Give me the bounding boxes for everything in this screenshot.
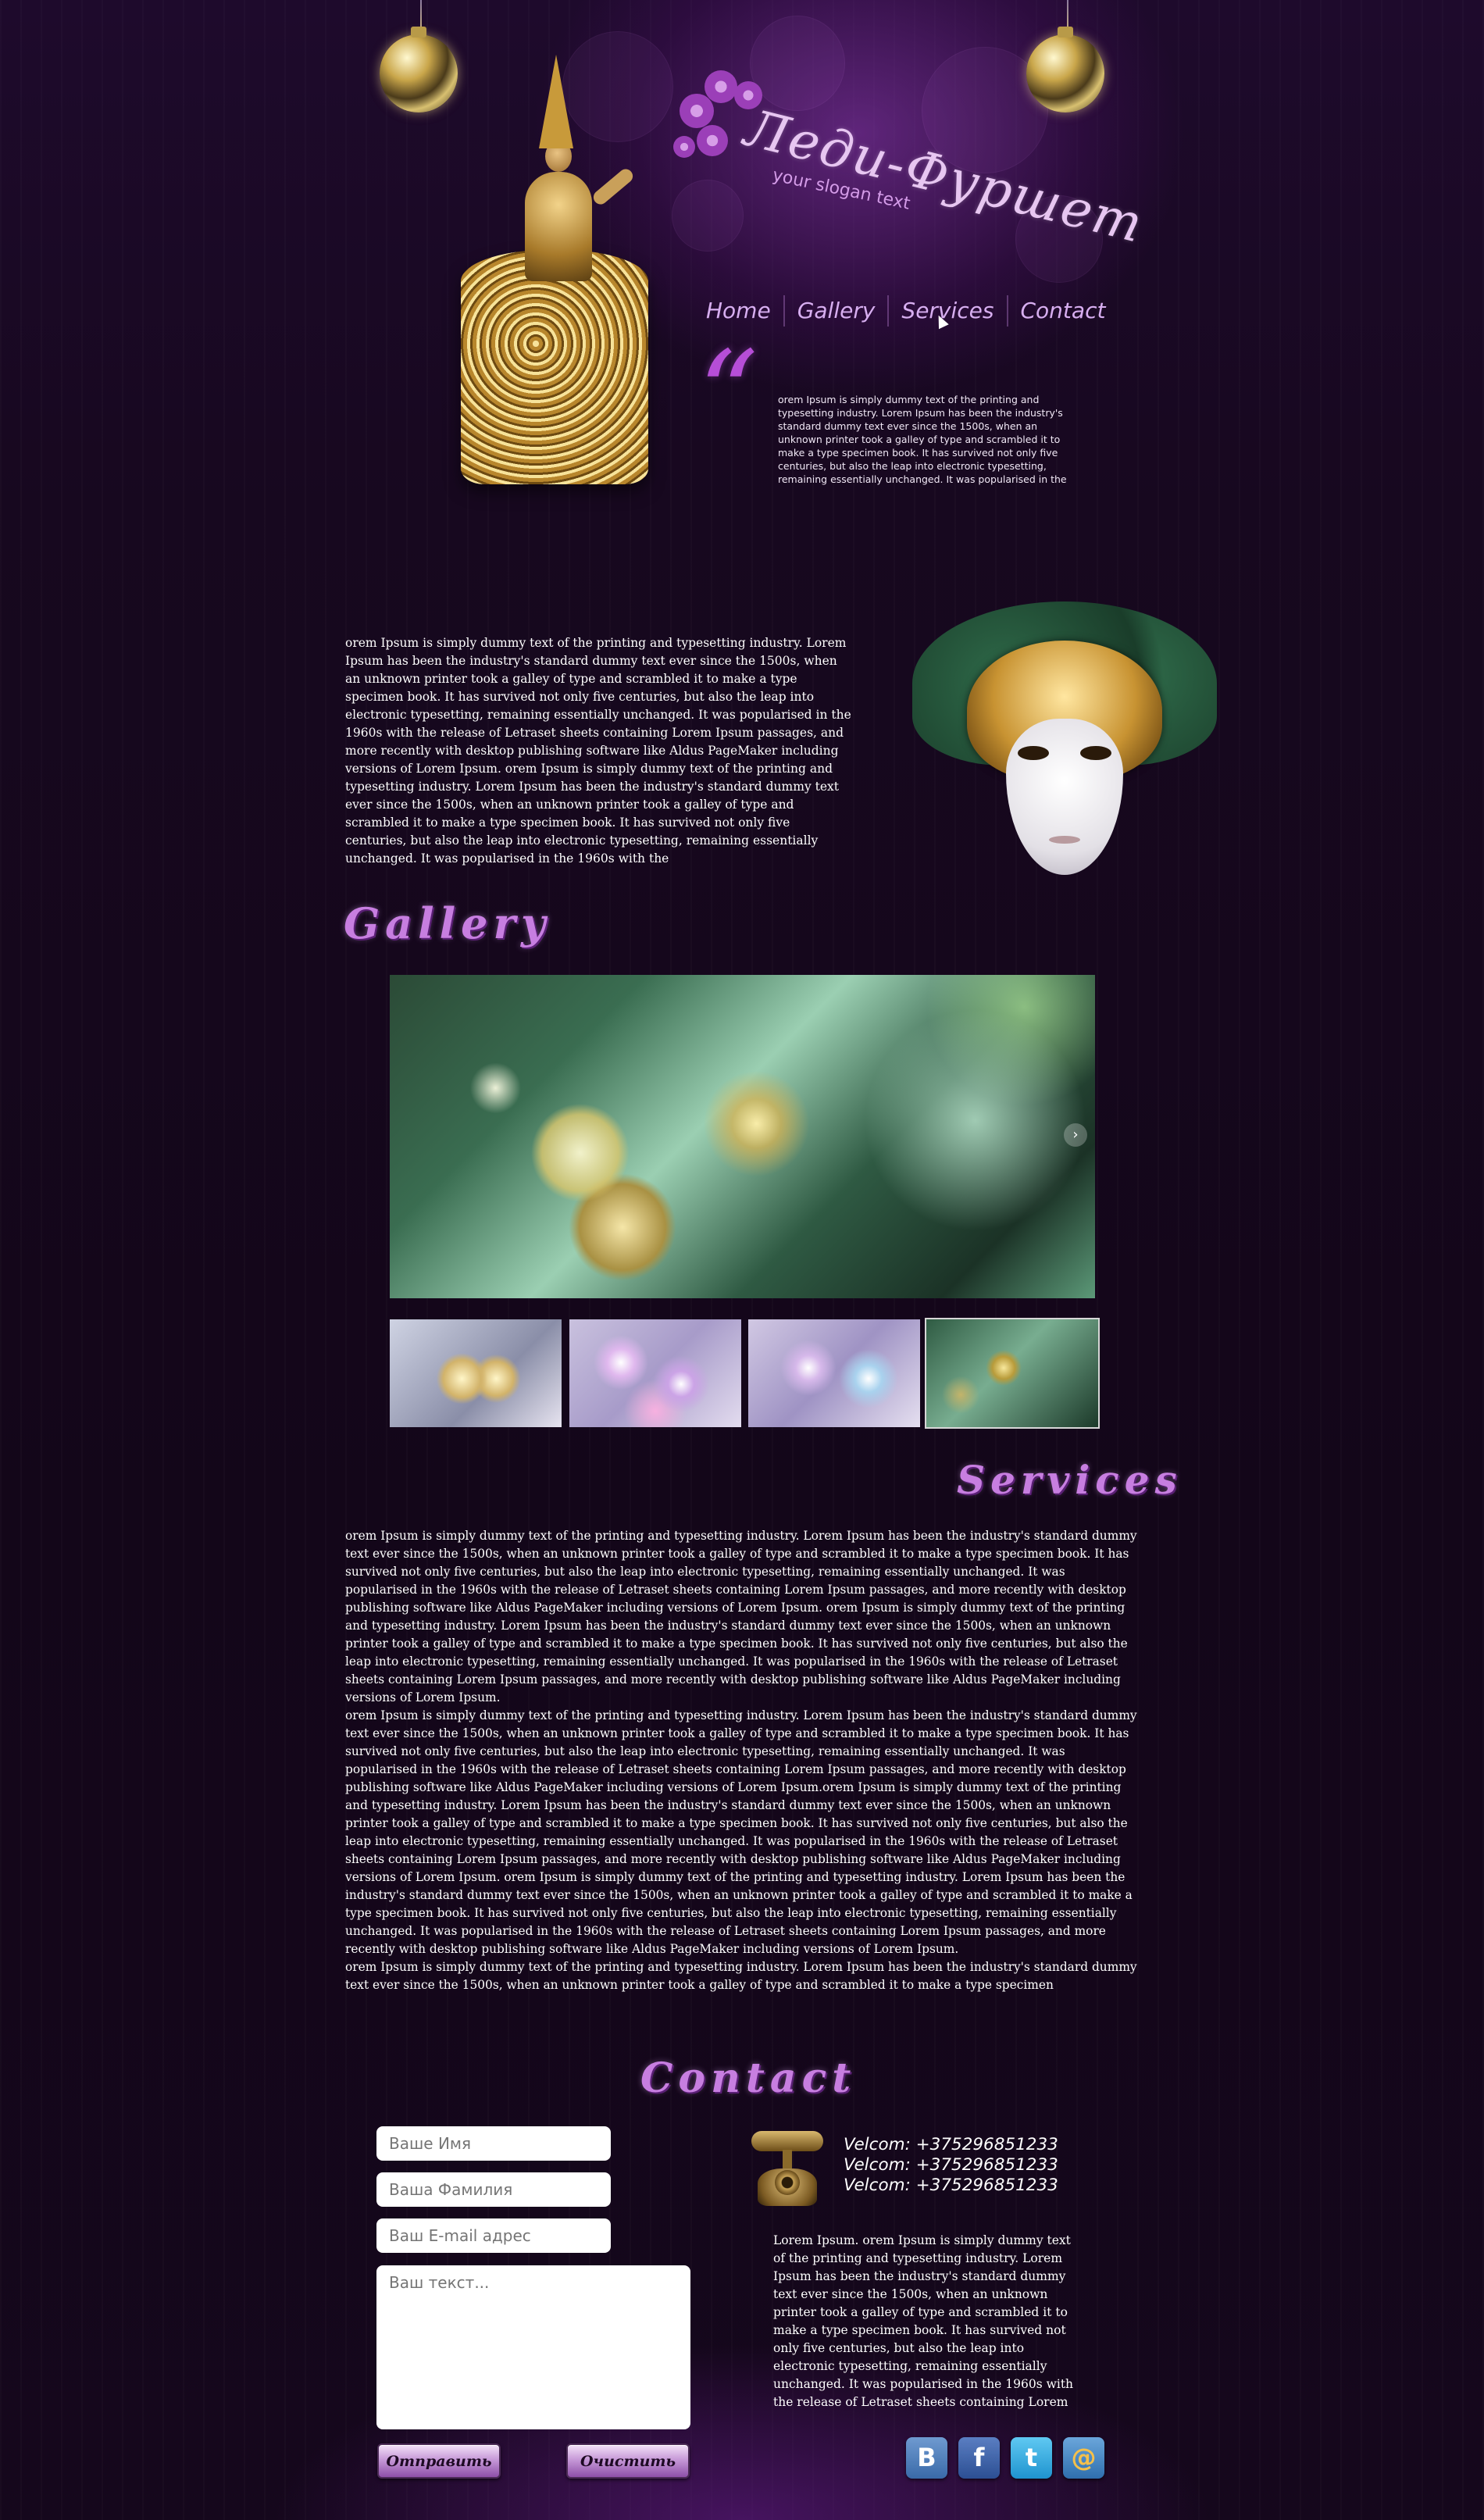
mask-eye	[1080, 746, 1111, 760]
contact-heading: Contact	[640, 2054, 857, 2102]
facebook-icon[interactable]: f	[958, 2437, 1000, 2479]
hero-lady-figure	[453, 55, 656, 492]
email-input[interactable]	[376, 2218, 611, 2253]
services-paragraph: orem Ipsum is simply dummy text of the p…	[345, 1960, 1137, 1992]
surname-input[interactable]	[376, 2172, 611, 2207]
mask-lips	[1049, 836, 1080, 844]
gallery-heading: Gallery	[344, 898, 551, 948]
phone-list: Velcom: +375296851233 Velcom: +375296851…	[844, 2135, 1058, 2196]
gallery-thumbnail-active[interactable]	[925, 1318, 1100, 1429]
venetian-mask-image	[912, 601, 1217, 875]
gallery-next-arrow-icon[interactable]: ›	[1064, 1123, 1087, 1147]
main-nav: Home Gallery Services Contact	[694, 295, 1118, 327]
figure-hat	[539, 55, 573, 148]
figure-table-skirt	[461, 250, 648, 484]
services-paragraph: orem Ipsum is simply dummy text of the p…	[345, 1708, 1137, 1956]
ornament-ball-right	[1026, 27, 1104, 112]
quote-mark-icon: “	[698, 327, 758, 462]
nav-gallery[interactable]: Gallery	[785, 295, 890, 327]
services-heading: Services	[957, 1457, 1183, 1503]
intro-text: orem Ipsum is simply dummy text of the p…	[345, 636, 851, 866]
gallery-main-image[interactable]: ›	[390, 975, 1095, 1298]
nav-contact[interactable]: Contact	[1008, 295, 1118, 327]
message-textarea[interactable]	[376, 2265, 690, 2429]
figure-arm	[590, 166, 636, 208]
vk-icon[interactable]: B	[906, 2437, 947, 2479]
telephone-icon	[748, 2123, 826, 2211]
bokeh-decoration	[672, 180, 744, 252]
hero-quote-text: orem Ipsum is simply dummy text of the p…	[778, 394, 1067, 485]
send-button[interactable]: Отправить	[377, 2443, 501, 2479]
contact-text: Lorem Ipsum. orem Ipsum is simply dummy …	[773, 2233, 1074, 2409]
phone-number: Velcom: +375296851233	[844, 2135, 1058, 2154]
mail-icon[interactable]: @	[1063, 2437, 1104, 2479]
mask-face	[1006, 719, 1123, 875]
name-input[interactable]	[376, 2126, 611, 2161]
twitter-icon[interactable]: t	[1011, 2437, 1052, 2479]
mask-eye	[1018, 746, 1049, 760]
phone-number: Velcom: +375296851233	[844, 2155, 1058, 2175]
figure-torso	[525, 172, 592, 281]
nav-services[interactable]: Services	[889, 295, 1008, 327]
ornament-ball-left	[380, 27, 458, 112]
phone-number: Velcom: +375296851233	[844, 2176, 1058, 2195]
gallery-thumbnail[interactable]	[569, 1319, 741, 1427]
gallery-thumbnail[interactable]	[390, 1319, 562, 1427]
services-paragraph: orem Ipsum is simply dummy text of the p…	[345, 1529, 1137, 1704]
nav-home[interactable]: Home	[694, 295, 785, 327]
services-text: orem Ipsum is simply dummy text of the p…	[345, 1527, 1139, 1994]
gallery-thumbnail[interactable]	[748, 1319, 920, 1427]
clear-button[interactable]: Очистить	[566, 2443, 690, 2479]
